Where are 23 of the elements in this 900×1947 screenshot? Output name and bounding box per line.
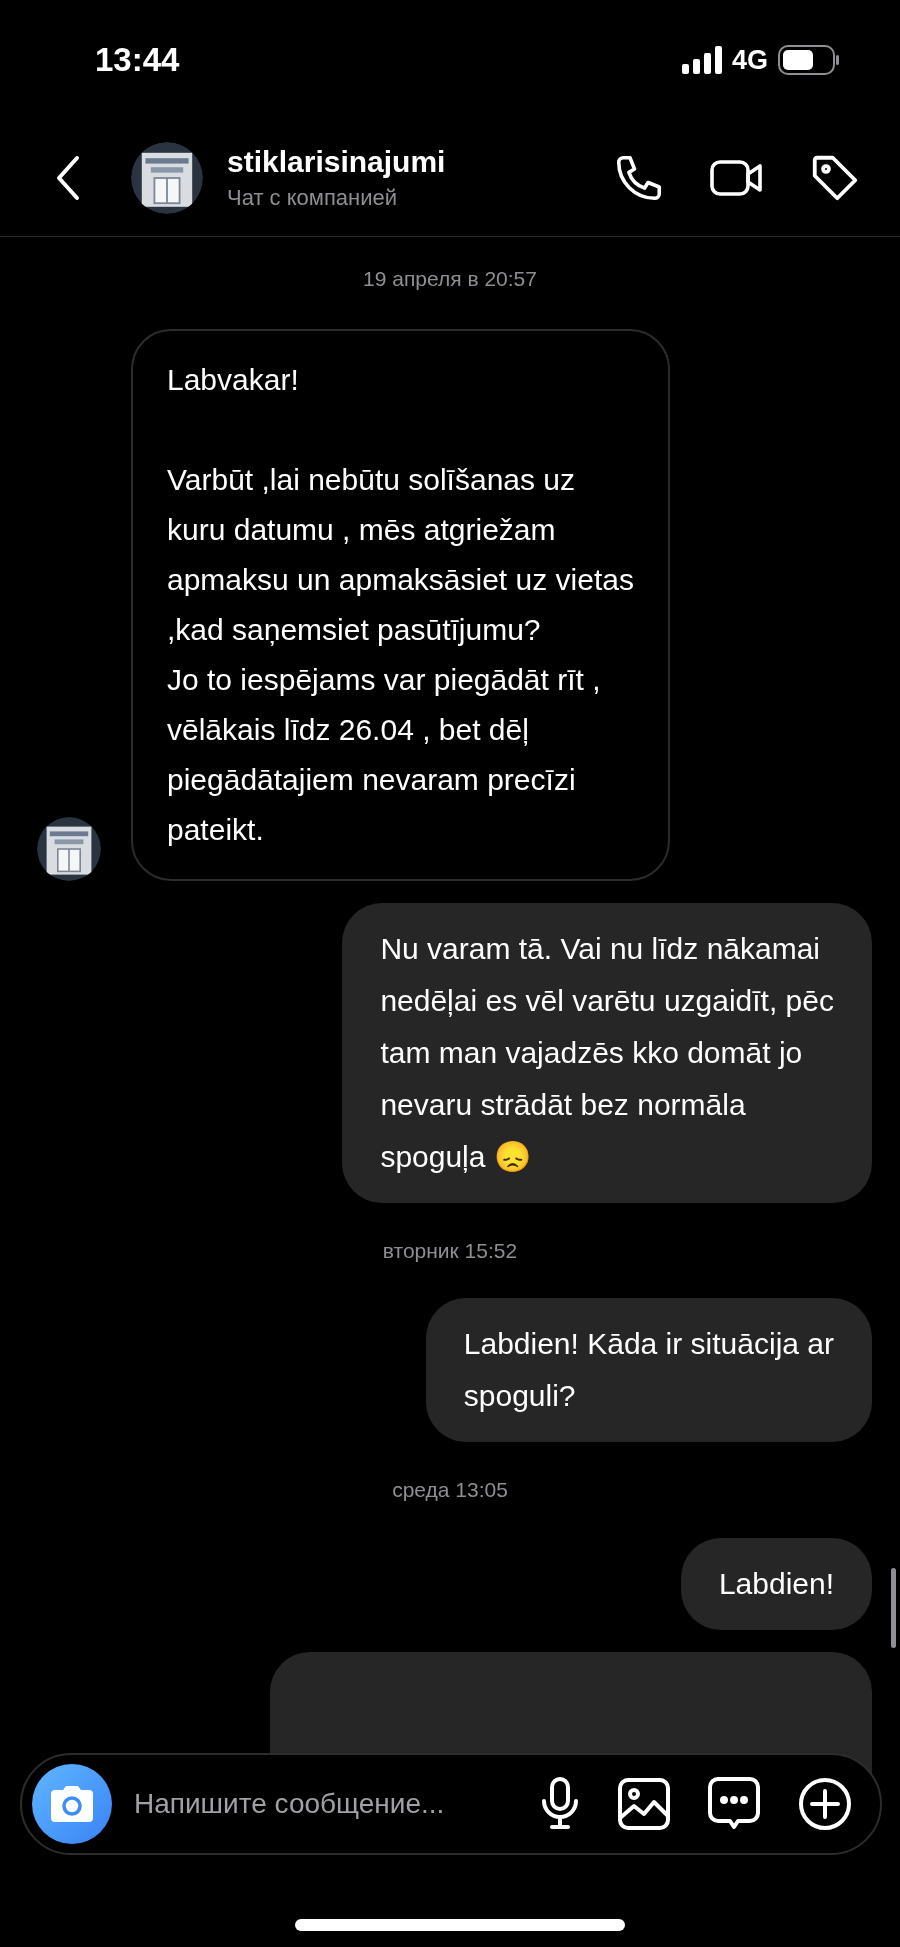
contact-name[interactable]: stiklarisinajumi	[227, 142, 612, 181]
message-bubble: Nu varam tā. Vai nu līdz nākamai nedēļai es vēl varētu uzgaidīt, pēc tam man vajadzēs kko domāt jo nevaru strādāt bez normāla spoguļa 😞	[342, 902, 872, 1203]
gallery-button[interactable]	[618, 1778, 670, 1830]
message-bubble: Labdien!	[680, 1537, 872, 1630]
clock: 13:44	[95, 40, 180, 81]
timestamp: среда 13:05	[392, 1477, 508, 1503]
contact-subtitle: Чат с компанией	[227, 183, 399, 212]
camera-button[interactable]	[32, 1764, 112, 1844]
avatar[interactable]	[131, 142, 203, 214]
microphone-button[interactable]	[540, 1777, 580, 1831]
message-bubble: Labvakar! Varbūt ,lai nebūtu solīšanas uz kuru datumu , mēs atgriežam apmaksu un apmaksāsiet uz vietas ,kad saņemsiet pasūtījumu? Jo to iespējams var piegādāt rīt , vēlākais līdz 26.04 , bet dēļ piegādātajiem nevaram precīzi pateikt.	[131, 328, 670, 881]
message-bubble: Labdien! Kāda ir situācija ar spoguli?	[425, 1298, 872, 1442]
message-input[interactable]: Напишите сообщение...	[134, 1783, 514, 1825]
timestamp: 19 апреля в 20:57	[363, 266, 537, 292]
add-button[interactable]	[798, 1777, 852, 1831]
signal-icon	[681, 46, 722, 74]
avatar[interactable]	[37, 816, 101, 881]
back-button[interactable]	[55, 155, 81, 201]
battery-icon	[778, 45, 840, 75]
chat-options-button[interactable]	[708, 1777, 760, 1831]
timestamp: вторник 15:52	[382, 1237, 518, 1264]
camera-icon	[49, 1784, 95, 1824]
network-label: 4G	[731, 43, 768, 77]
